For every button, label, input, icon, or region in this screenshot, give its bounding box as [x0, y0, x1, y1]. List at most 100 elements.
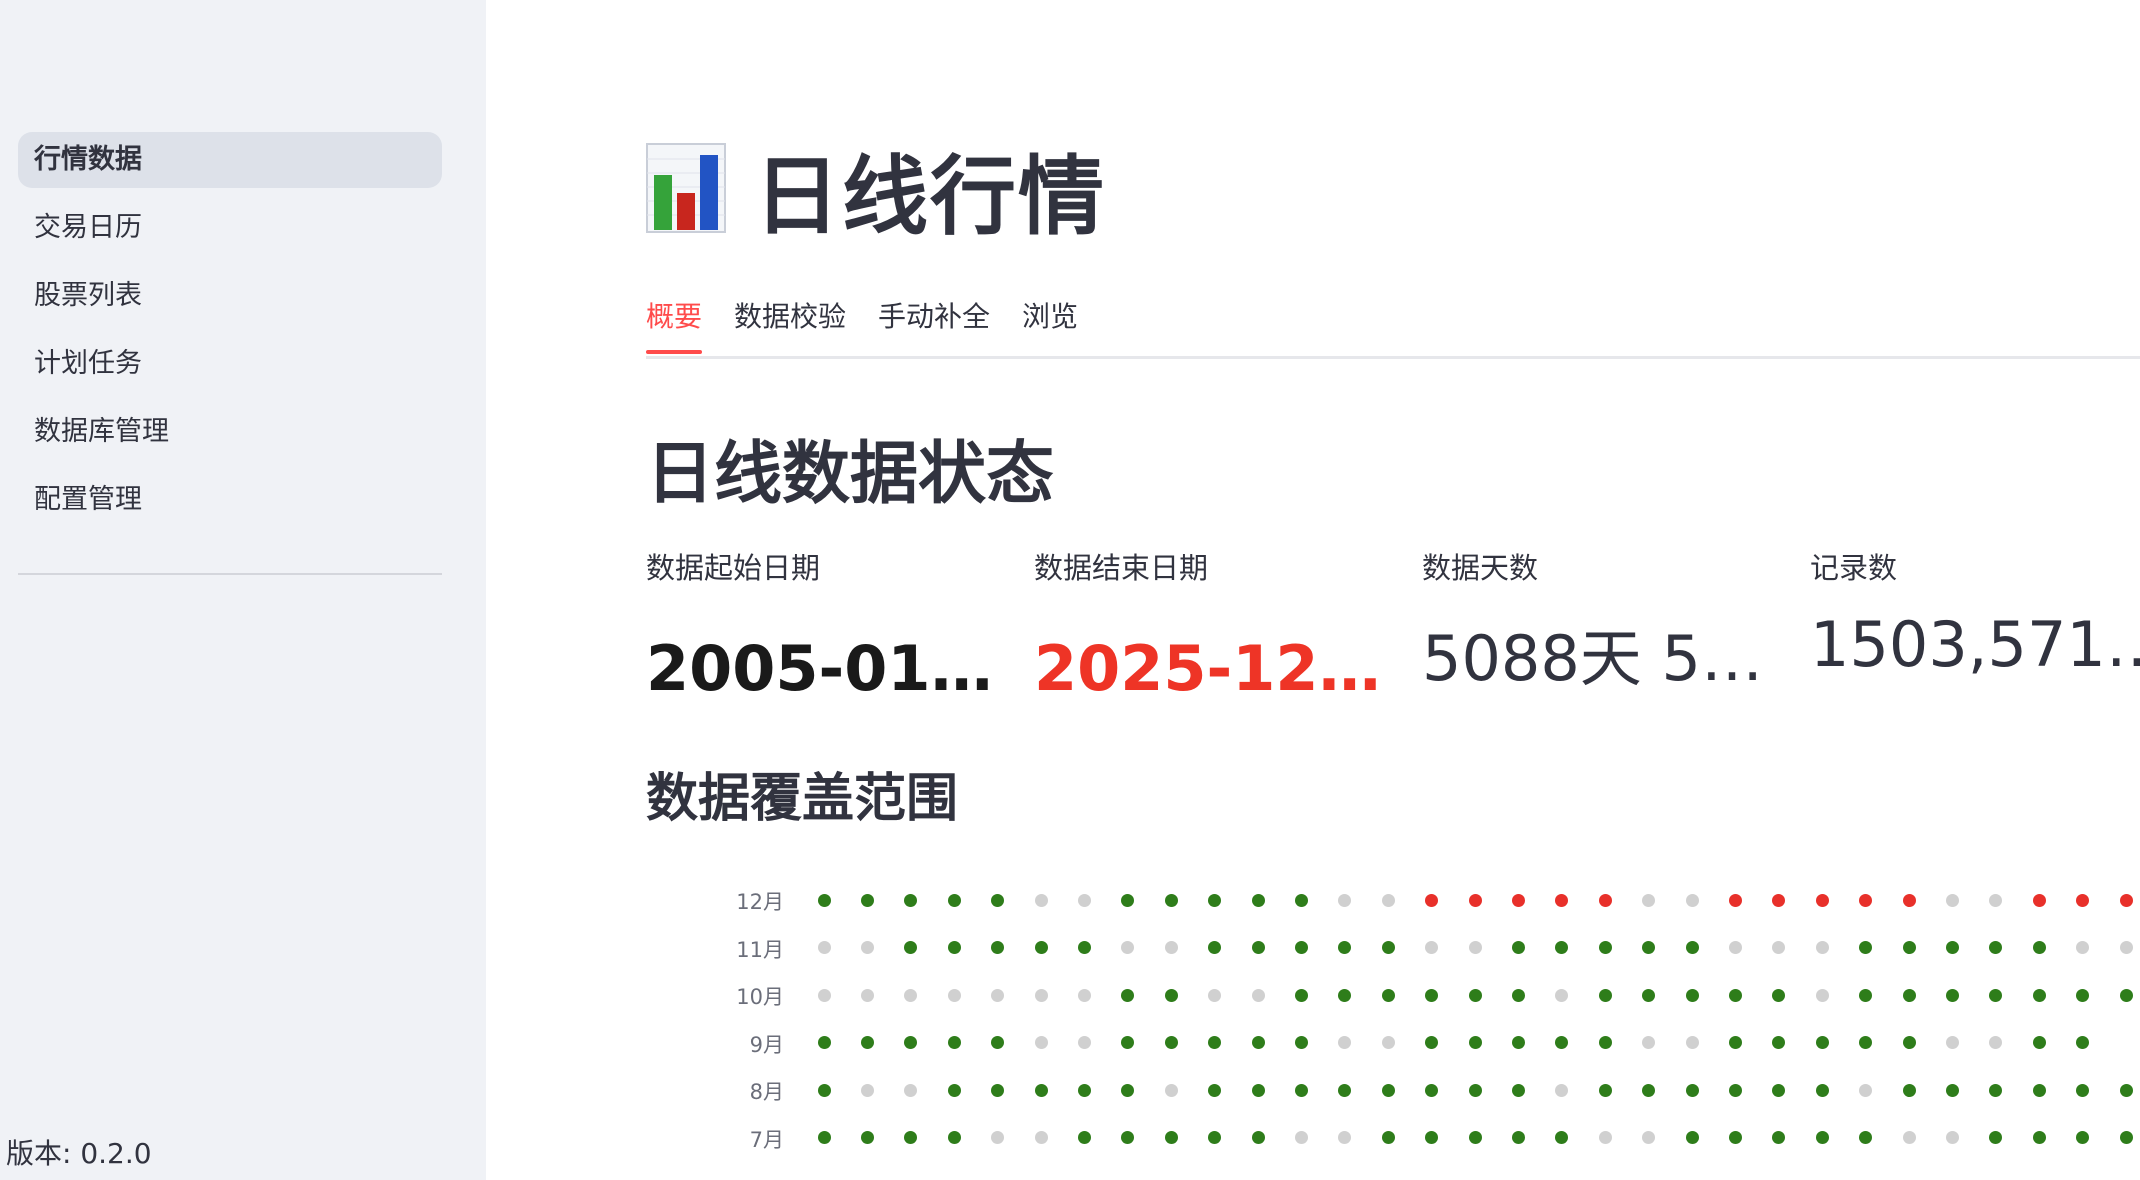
coverage-dot-partial[interactable] [1468, 893, 1482, 907]
coverage-dot-complete[interactable] [1425, 1083, 1439, 1097]
sidebar-item-market-data[interactable]: 行情数据 [18, 132, 442, 188]
coverage-dot-complete[interactable] [1859, 988, 1873, 1002]
coverage-dot-missing[interactable] [1945, 1036, 1959, 1049]
coverage-dot-missing[interactable] [1034, 1131, 1048, 1144]
coverage-dot-missing[interactable] [860, 1083, 874, 1097]
coverage-dot-missing[interactable] [1034, 893, 1048, 907]
coverage-dot-complete[interactable] [2032, 1083, 2046, 1097]
coverage-dot-missing[interactable] [904, 1083, 918, 1097]
coverage-dot-complete[interactable] [1164, 893, 1178, 907]
coverage-dot-complete[interactable] [1381, 1131, 1395, 1144]
coverage-dot-complete[interactable] [1077, 1083, 1091, 1097]
coverage-dot-missing[interactable] [1338, 1131, 1352, 1144]
coverage-dot-complete[interactable] [1164, 988, 1178, 1002]
coverage-dot-complete[interactable] [1555, 1131, 1569, 1144]
coverage-dot-partial[interactable] [1598, 893, 1612, 907]
coverage-dot-complete[interactable] [860, 893, 874, 907]
coverage-dot-complete[interactable] [1251, 941, 1265, 954]
coverage-dot-missing[interactable] [947, 988, 961, 1002]
coverage-dot-complete[interactable] [1381, 941, 1395, 954]
coverage-dot-complete[interactable] [947, 1036, 961, 1049]
coverage-dot-complete[interactable] [947, 1131, 961, 1144]
coverage-dot-complete[interactable] [1381, 1083, 1395, 1097]
coverage-dot-complete[interactable] [1555, 941, 1569, 954]
coverage-dot-missing[interactable] [1425, 941, 1439, 954]
coverage-dot-complete[interactable] [2119, 988, 2133, 1002]
sidebar-item-database-management[interactable]: 数据库管理 [18, 404, 442, 460]
coverage-dot-complete[interactable] [1511, 988, 1525, 1002]
coverage-dot-missing[interactable] [1208, 988, 1222, 1002]
coverage-dot-complete[interactable] [2032, 1131, 2046, 1144]
coverage-dot-complete[interactable] [1815, 1131, 1829, 1144]
coverage-dot-partial[interactable] [1902, 893, 1916, 907]
coverage-dot-complete[interactable] [1208, 893, 1222, 907]
coverage-dot-complete[interactable] [1598, 1083, 1612, 1097]
coverage-dot-partial[interactable] [2119, 893, 2133, 907]
coverage-dot-missing[interactable] [1945, 1131, 1959, 1144]
coverage-dot-complete[interactable] [1902, 988, 1916, 1002]
tab-overview[interactable]: 概要 [646, 292, 703, 358]
coverage-dot-complete[interactable] [1208, 1083, 1222, 1097]
coverage-dot-missing[interactable] [1077, 988, 1091, 1002]
coverage-dot-complete[interactable] [1902, 1036, 1916, 1049]
coverage-dot-complete[interactable] [2076, 1036, 2090, 1049]
coverage-dot-complete[interactable] [1642, 988, 1656, 1002]
coverage-dot-complete[interactable] [1381, 988, 1395, 1002]
sidebar-item-scheduled-tasks[interactable]: 计划任务 [18, 336, 442, 392]
coverage-dot-partial[interactable] [1859, 893, 1873, 907]
coverage-dot-missing[interactable] [1381, 893, 1395, 907]
coverage-dot-missing[interactable] [1338, 1036, 1352, 1049]
coverage-dot-missing[interactable] [1859, 1083, 1873, 1097]
sidebar-item-stock-list[interactable]: 股票列表 [18, 268, 442, 324]
coverage-dot-missing[interactable] [1685, 1036, 1699, 1049]
coverage-dot-complete[interactable] [1511, 941, 1525, 954]
coverage-dot-complete[interactable] [1728, 1083, 1742, 1097]
coverage-dot-complete[interactable] [1077, 941, 1091, 954]
coverage-dot-complete[interactable] [2119, 1083, 2133, 1097]
coverage-dot-complete[interactable] [1121, 893, 1135, 907]
coverage-dot-complete[interactable] [2076, 988, 2090, 1002]
coverage-dot-missing[interactable] [1598, 1131, 1612, 1144]
coverage-dot-missing[interactable] [860, 988, 874, 1002]
coverage-dot-missing[interactable] [1077, 893, 1091, 907]
coverage-dot-complete[interactable] [1555, 1036, 1569, 1049]
coverage-dot-missing[interactable] [1685, 893, 1699, 907]
tab-data-validation[interactable]: 数据校验 [734, 292, 846, 358]
coverage-dot-missing[interactable] [1034, 988, 1048, 1002]
coverage-dot-complete[interactable] [1685, 988, 1699, 1002]
coverage-dot-missing[interactable] [1815, 988, 1829, 1002]
coverage-dot-complete[interactable] [1164, 1036, 1178, 1049]
coverage-dot-complete[interactable] [2032, 1036, 2046, 1049]
coverage-dot-missing[interactable] [1945, 893, 1959, 907]
coverage-dot-missing[interactable] [2119, 941, 2133, 954]
coverage-dot-complete[interactable] [1208, 941, 1222, 954]
coverage-dot-complete[interactable] [1728, 988, 1742, 1002]
coverage-dot-complete[interactable] [2032, 941, 2046, 954]
tab-manual-fill[interactable]: 手动补全 [878, 292, 990, 358]
coverage-dot-complete[interactable] [1685, 941, 1699, 954]
coverage-dot-complete[interactable] [904, 1131, 918, 1144]
coverage-dot-complete[interactable] [1121, 1083, 1135, 1097]
coverage-dot-complete[interactable] [817, 1036, 831, 1049]
coverage-dot-missing[interactable] [1077, 1036, 1091, 1049]
coverage-dot-complete[interactable] [1989, 1083, 2003, 1097]
coverage-dot-complete[interactable] [1251, 893, 1265, 907]
coverage-dot-missing[interactable] [1468, 941, 1482, 954]
coverage-dot-complete[interactable] [1511, 1083, 1525, 1097]
coverage-dot-missing[interactable] [1728, 941, 1742, 954]
coverage-dot-complete[interactable] [947, 1083, 961, 1097]
coverage-dot-complete[interactable] [1598, 1036, 1612, 1049]
coverage-dot-missing[interactable] [1815, 941, 1829, 954]
coverage-dot-complete[interactable] [991, 893, 1005, 907]
coverage-dot-complete[interactable] [2032, 988, 2046, 1002]
coverage-dot-complete[interactable] [1642, 1083, 1656, 1097]
coverage-dot-complete[interactable] [1294, 941, 1308, 954]
coverage-dot-complete[interactable] [1121, 1036, 1135, 1049]
coverage-dot-complete[interactable] [860, 1036, 874, 1049]
coverage-dot-complete[interactable] [947, 941, 961, 954]
coverage-dot-complete[interactable] [1511, 1131, 1525, 1144]
coverage-dot-complete[interactable] [1728, 1131, 1742, 1144]
coverage-dot-missing[interactable] [1642, 1036, 1656, 1049]
coverage-dot-complete[interactable] [1338, 988, 1352, 1002]
coverage-dot-complete[interactable] [817, 1083, 831, 1097]
